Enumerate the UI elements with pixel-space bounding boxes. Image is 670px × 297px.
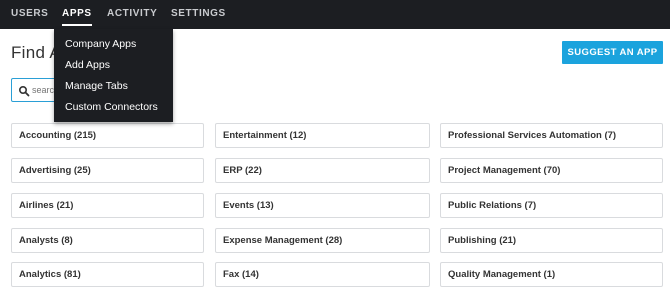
category-tile[interactable]: Entertainment (12) (215, 123, 430, 148)
category-tile[interactable]: Quality Management (1) (440, 262, 663, 287)
category-tile[interactable]: Publishing (21) (440, 228, 663, 253)
category-tile[interactable]: Analysts (8) (11, 228, 204, 253)
menu-item-company-apps[interactable]: Company Apps (65, 38, 136, 50)
category-tile[interactable]: Project Management (70) (440, 158, 663, 183)
category-tile[interactable]: Advertising (25) (11, 158, 204, 183)
suggest-app-button[interactable]: SUGGEST AN APP (562, 41, 663, 64)
category-tile[interactable]: Expense Management (28) (215, 228, 430, 253)
category-tile[interactable]: ERP (22) (215, 158, 430, 183)
category-tile[interactable]: Public Relations (7) (440, 193, 663, 218)
menu-item-manage-tabs[interactable]: Manage Tabs (65, 80, 128, 92)
category-tile[interactable]: Professional Services Automation (7) (440, 123, 663, 148)
category-tile[interactable]: Analytics (81) (11, 262, 204, 287)
nav-users[interactable]: USERS (11, 0, 48, 29)
category-tile[interactable]: Events (13) (215, 193, 430, 218)
apps-dropdown-menu: Company Apps Add Apps Manage Tabs Custom… (54, 29, 173, 122)
menu-item-custom-connectors[interactable]: Custom Connectors (65, 101, 158, 113)
nav-settings[interactable]: SETTINGS (171, 0, 226, 29)
category-tile[interactable]: Accounting (215) (11, 123, 204, 148)
top-nav: USERS APPS ACTIVITY SETTINGS (0, 0, 670, 29)
category-tile[interactable]: Fax (14) (215, 262, 430, 287)
category-tile[interactable]: Airlines (21) (11, 193, 204, 218)
nav-activity[interactable]: ACTIVITY (107, 0, 157, 29)
menu-item-add-apps[interactable]: Add Apps (65, 59, 110, 71)
search-icon (18, 84, 30, 97)
nav-apps[interactable]: APPS (62, 0, 92, 29)
